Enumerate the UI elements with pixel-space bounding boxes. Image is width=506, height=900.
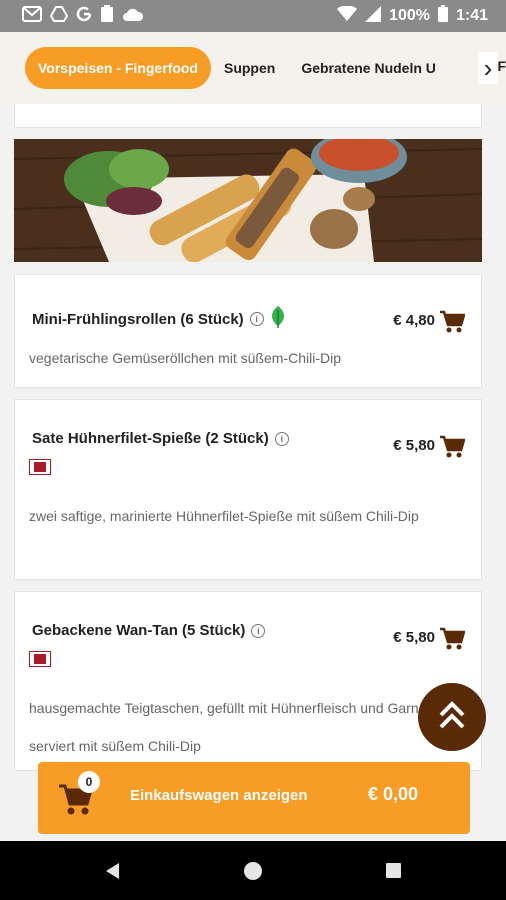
info-icon[interactable]: i (251, 623, 266, 638)
recents-icon[interactable] (386, 863, 401, 878)
category-tabs: Vorspeisen - Fingerfood Suppen Gebratene… (0, 32, 506, 104)
back-icon[interactable] (106, 863, 119, 879)
google-icon (76, 6, 92, 27)
product-title: Gebackene Wan-Tan (5 Stück) (32, 622, 246, 639)
product-title: Sate Hühnerfilet-Spieße (2 Stück) (32, 430, 269, 447)
tab-suppen[interactable]: Suppen (211, 47, 288, 89)
product-price: € 5,80 (393, 437, 435, 454)
product-title: Mini-Frühlingsrollen (6 Stück) (32, 310, 244, 328)
product-card[interactable]: Mini-Frühlingsrollen (6 Stück) i € 4,80 … (14, 274, 482, 388)
product-title-row: Sate Hühnerfilet-Spieße (2 Stück) i (32, 430, 289, 447)
cart-label: Einkaufswagen anzeigen (130, 787, 308, 804)
signal-icon (365, 5, 382, 27)
clock: 1:41 (455, 7, 488, 24)
clipboard-icon (100, 4, 114, 28)
cart-total: € 0,00 (368, 784, 419, 804)
product-card[interactable]: Sate Hühnerfilet-Spieße (2 Stück) i € 5,… (14, 399, 482, 580)
double-chevron-up-icon (437, 700, 467, 735)
previous-card-bottom (14, 104, 482, 128)
battery-text: 100% (389, 7, 430, 24)
battery-icon (437, 5, 448, 27)
chicken-flag-icon (29, 651, 51, 667)
cart-count-badge: 0 (78, 771, 100, 793)
tab-vorspeisen[interactable]: Vorspeisen - Fingerfood (25, 47, 211, 89)
gmail-icon (22, 5, 42, 27)
product-price: € 4,80 (393, 312, 435, 329)
info-icon[interactable]: i (274, 431, 289, 446)
add-to-cart-icon[interactable] (439, 627, 466, 651)
add-to-cart-icon[interactable] (439, 310, 466, 334)
notification-icons (0, 4, 144, 28)
wifi-icon (337, 4, 358, 27)
product-description: vegetarische Gemüseröllchen mit süßem-Ch… (29, 350, 341, 366)
status-bar: 100% 1:41 (0, 0, 506, 32)
drive-icon (49, 5, 69, 27)
tab-overflow-text: F (497, 58, 506, 74)
tab-gebratene-nudeln[interactable]: Gebratene Nudeln U (288, 47, 449, 89)
product-title-row: Mini-Frühlingsrollen (6 Stück) i (32, 306, 286, 332)
product-description: hausgemachte Teigtaschen, gefüllt mit Hü… (29, 700, 449, 754)
system-nav-bar (0, 841, 506, 900)
chevron-right-icon[interactable]: › (478, 52, 498, 84)
add-to-cart-icon[interactable] (439, 435, 466, 459)
product-price: € 5,80 (393, 629, 435, 646)
info-icon[interactable]: i (249, 312, 264, 326)
scroll-to-top-button[interactable] (418, 683, 486, 751)
vegetarian-leaf-icon (270, 306, 286, 332)
product-description: zwei saftige, marinierte Hühnerfilet-Spi… (29, 508, 419, 524)
product-card[interactable]: Gebackene Wan-Tan (5 Stück) i € 5,80 hau… (14, 591, 482, 771)
cloud-icon (122, 6, 144, 27)
show-cart-button[interactable]: 0 Einkaufswagen anzeigen € 0,00 (38, 762, 470, 834)
category-hero-image (14, 139, 482, 262)
home-icon[interactable] (244, 862, 262, 880)
product-title-row: Gebackene Wan-Tan (5 Stück) i (32, 622, 266, 639)
chicken-flag-icon (29, 459, 51, 475)
